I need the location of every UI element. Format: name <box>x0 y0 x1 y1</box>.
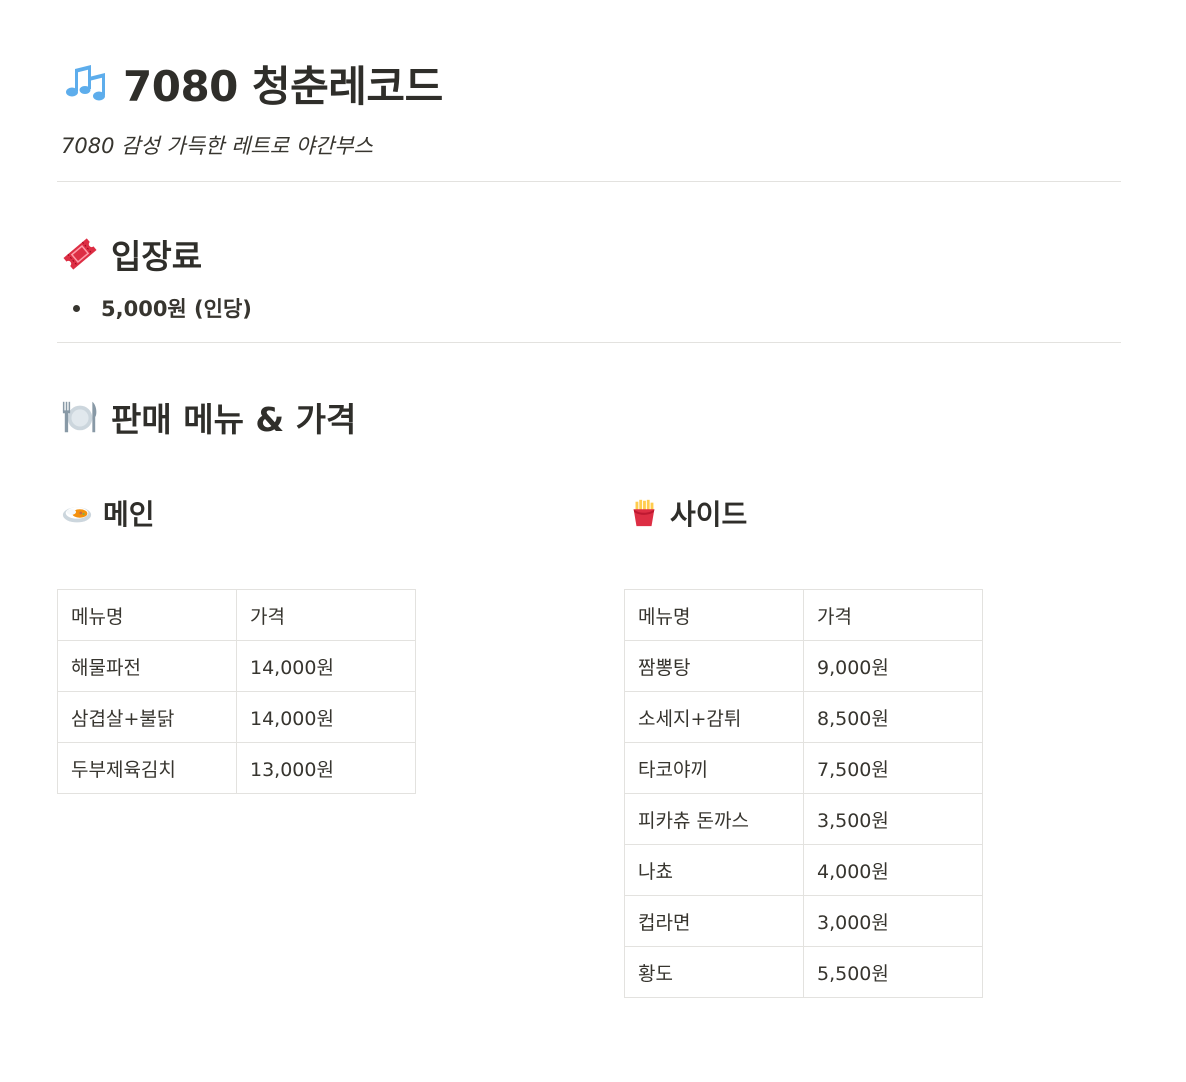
admission-price: 5,000원 (인당) <box>101 297 252 321</box>
side-menu-heading: 사이드 <box>628 491 747 535</box>
page-subtitle: 7080 감성 가득한 레트로 야간부스 <box>61 134 373 158</box>
menu-item-name: 컵라면 <box>624 895 804 947</box>
side-table-row: 나쵸 4,000원 <box>624 844 983 896</box>
menu-item-price: 14,000원 <box>236 691 416 743</box>
menu-item-price: 3,000원 <box>803 895 983 947</box>
menu-item-price: 8,500원 <box>803 691 983 743</box>
menu-item-price: 3,500원 <box>803 793 983 845</box>
side-menu-table: 메뉴명 가격 짬뽕탕 9,000원 소세지+감튀 8,500원 타코야끼 7,500원 피카츄 … <box>624 589 983 998</box>
divider <box>57 342 1121 343</box>
main-table-header-row: 메뉴명 가격 <box>57 589 416 641</box>
menu-heading-text: 판매 메뉴 & 가격 <box>111 400 357 439</box>
side-table-row: 피카츄 돈까스 3,500원 <box>624 793 983 845</box>
menu-item-name: 소세지+감튀 <box>624 691 804 743</box>
bullet-dot <box>73 304 80 312</box>
admission-heading-text: 입장료 <box>111 237 203 276</box>
ticket-icon <box>63 238 97 270</box>
side-menu-table-body: 메뉴명 가격 짬뽕탕 9,000원 소세지+감튀 8,500원 타코야끼 7,500원 피카츄 … <box>624 589 983 998</box>
main-menu-heading-text: 메인 <box>103 498 155 531</box>
side-table-row: 컵라면 3,000원 <box>624 895 983 947</box>
curry-plate-icon <box>62 507 92 523</box>
main-menu-table-body: 메뉴명 가격 해물파전 14,000원 삼겹살+불닭 14,000원 두부제육김치 13,00… <box>57 589 416 794</box>
side-table-row: 소세지+감튀 8,500원 <box>624 691 983 743</box>
menu-item-price: 5,500원 <box>803 946 983 998</box>
menu-item-name: 황도 <box>624 946 804 998</box>
french-fries-icon <box>633 499 655 527</box>
side-table-row: 타코야끼 7,500원 <box>624 742 983 794</box>
side-menu-heading-text: 사이드 <box>670 498 748 531</box>
main-table-row: 삼겹살+불닭 14,000원 <box>57 691 416 743</box>
main-menu-heading: 메인 <box>61 491 155 535</box>
menu-item-price: 9,000원 <box>803 640 983 692</box>
menu-item-price: 7,500원 <box>803 742 983 794</box>
plate-fork-knife-icon <box>62 401 97 433</box>
menu-item-name: 피카츄 돈까스 <box>624 793 804 845</box>
menu-item-name: 두부제육김치 <box>57 742 237 794</box>
menu-heading: 판매 메뉴 & 가격 <box>61 393 356 441</box>
side-table-row: 짬뽕탕 9,000원 <box>624 640 983 692</box>
side-table-row: 황도 5,500원 <box>624 946 983 998</box>
admission-list-item: 5,000원 (인당) <box>73 290 252 326</box>
page-title-row: 7080 청춘레코드 <box>61 52 443 114</box>
admission-heading: 입장료 <box>61 230 202 278</box>
menu-item-price: 13,000원 <box>236 742 416 794</box>
musical-notes-icon <box>66 65 105 101</box>
main-table-row: 해물파전 14,000원 <box>57 640 416 692</box>
side-table-header-row: 메뉴명 가격 <box>624 589 983 641</box>
main-table-row: 두부제육김치 13,000원 <box>57 742 416 794</box>
divider <box>57 181 1121 182</box>
menu-item-name: 타코야끼 <box>624 742 804 794</box>
menu-item-name: 삼겹살+불닭 <box>57 691 237 743</box>
menu-item-price: 14,000원 <box>236 640 416 692</box>
column-header-name: 메뉴명 <box>624 589 804 641</box>
column-header-price: 가격 <box>236 589 416 641</box>
main-menu-table: 메뉴명 가격 해물파전 14,000원 삼겹살+불닭 14,000원 두부제육김치 13,00… <box>57 589 416 794</box>
menu-item-name: 해물파전 <box>57 640 237 692</box>
menu-item-name: 나쵸 <box>624 844 804 896</box>
menu-item-name: 짬뽕탕 <box>624 640 804 692</box>
page-title: 7080 청춘레코드 <box>123 61 443 111</box>
menu-item-price: 4,000원 <box>803 844 983 896</box>
column-header-price: 가격 <box>803 589 983 641</box>
column-header-name: 메뉴명 <box>57 589 237 641</box>
